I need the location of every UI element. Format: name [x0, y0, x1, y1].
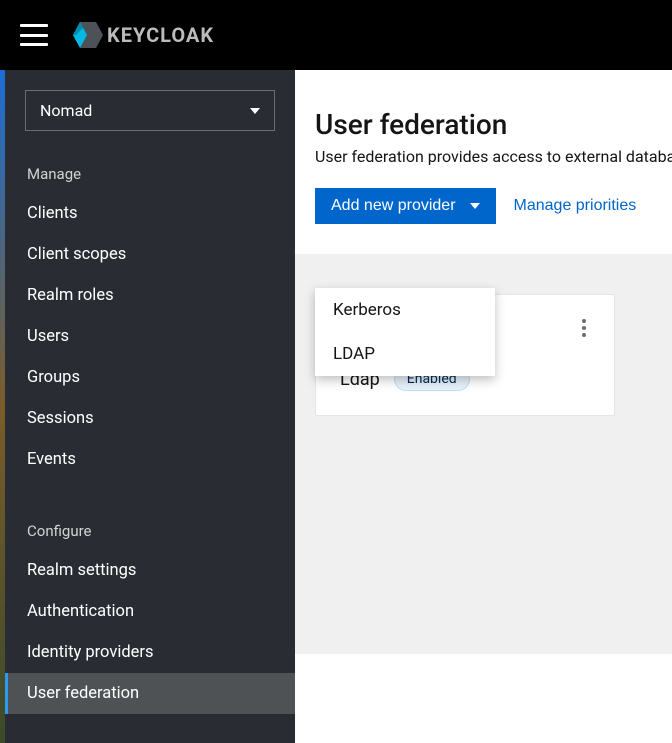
chevron-down-icon: [470, 203, 480, 209]
realm-selector[interactable]: Nomad: [25, 90, 275, 131]
sidebar-item-authentication[interactable]: Authentication: [5, 591, 295, 632]
realm-selector-label: Nomad: [40, 101, 92, 120]
toolbar: Add new provider Manage priorities: [315, 188, 672, 224]
dropdown-item-kerberos[interactable]: Kerberos: [315, 288, 495, 332]
sidebar-item-client-scopes[interactable]: Client scopes: [5, 234, 295, 275]
sidebar: Nomad Manage Clients Client scopes Realm…: [5, 70, 295, 743]
sidebar-item-users[interactable]: Users: [5, 316, 295, 357]
keycloak-logo-icon: [73, 22, 103, 48]
page-description: User federation provides access to exter…: [315, 147, 672, 166]
main-content: User federation User federation provides…: [295, 70, 672, 743]
add-new-provider-button[interactable]: Add new provider: [315, 188, 496, 224]
menu-toggle-icon[interactable]: [20, 24, 48, 46]
manage-priorities-link[interactable]: Manage priorities: [514, 197, 637, 215]
sidebar-item-clients[interactable]: Clients: [5, 193, 295, 234]
sidebar-item-sessions[interactable]: Sessions: [5, 398, 295, 439]
dropdown-item-ldap[interactable]: LDAP: [315, 332, 495, 376]
brand-text: KEYCLOAK: [107, 23, 214, 47]
add-new-provider-label: Add new provider: [331, 197, 456, 215]
sidebar-item-realm-settings[interactable]: Realm settings: [5, 550, 295, 591]
nav-section-configure: Configure: [5, 508, 295, 550]
provider-dropdown: Kerberos LDAP: [315, 288, 495, 376]
sidebar-item-identity-providers[interactable]: Identity providers: [5, 632, 295, 673]
topbar: KEYCLOAK: [0, 0, 672, 70]
sidebar-item-realm-roles[interactable]: Realm roles: [5, 275, 295, 316]
sidebar-item-groups[interactable]: Groups: [5, 357, 295, 398]
kebab-menu-icon[interactable]: [582, 319, 586, 337]
chevron-down-icon: [250, 108, 260, 114]
sidebar-item-user-federation[interactable]: User federation: [5, 673, 295, 714]
nav-section-manage: Manage: [5, 151, 295, 193]
sidebar-item-events[interactable]: Events: [5, 439, 295, 480]
page-title: User federation: [315, 108, 672, 141]
brand-logo[interactable]: KEYCLOAK: [73, 22, 214, 48]
